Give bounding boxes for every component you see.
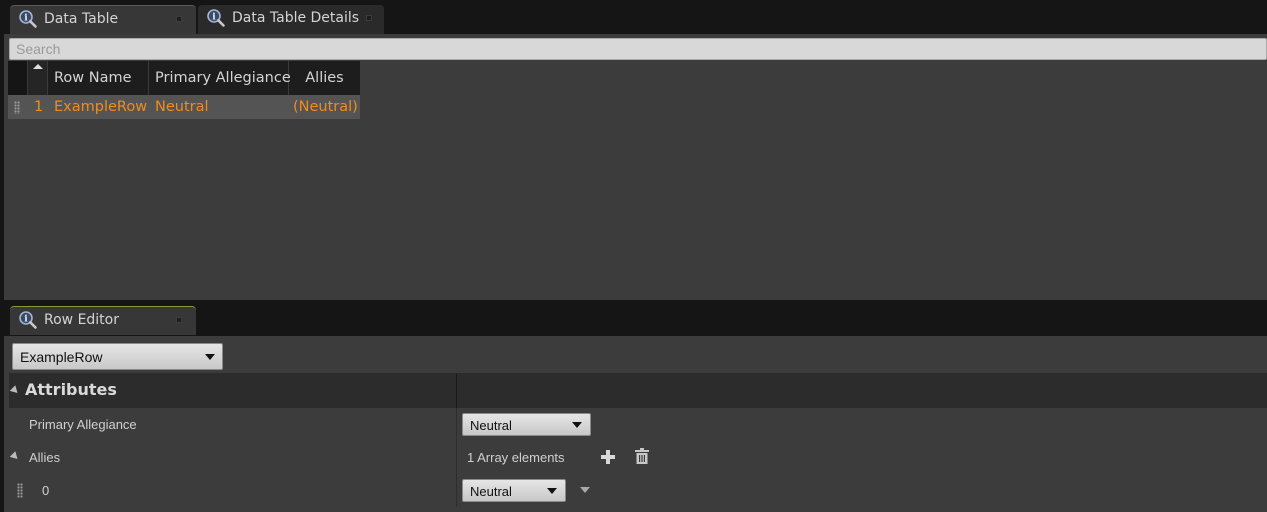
chevron-down-icon bbox=[205, 354, 215, 360]
info-magnifier-icon: i bbox=[18, 9, 38, 29]
attributes-category-header[interactable]: Attributes bbox=[9, 373, 1267, 408]
index-column-header[interactable] bbox=[28, 61, 48, 95]
info-magnifier-icon: i bbox=[206, 8, 226, 28]
tab-close-icon[interactable] bbox=[366, 15, 372, 21]
attributes-title: Attributes bbox=[25, 380, 117, 399]
collapse-arrow-icon[interactable] bbox=[9, 385, 21, 396]
column-divider bbox=[456, 441, 457, 474]
tab-data-table-details[interactable]: i Data Table Details bbox=[198, 5, 384, 34]
property-row-allies: Allies 1 Array elements bbox=[9, 441, 1267, 474]
column-divider bbox=[456, 474, 457, 507]
property-row-primary-allegiance: Primary Allegiance Neutral bbox=[9, 408, 1267, 441]
search-box[interactable] bbox=[9, 38, 1267, 60]
column-header-primary-allegiance[interactable]: Primary Allegiance bbox=[149, 61, 291, 95]
svg-text:i: i bbox=[24, 315, 28, 325]
array-element-row: 0 Neutral bbox=[9, 474, 1267, 507]
drag-handle-icon[interactable] bbox=[17, 483, 23, 498]
tab-row-editor[interactable]: i Row Editor bbox=[10, 306, 196, 335]
collapse-arrow-icon[interactable] bbox=[9, 451, 21, 462]
row-selector-dropdown[interactable]: ExampleRow bbox=[12, 343, 223, 370]
column-header-allies[interactable]: Allies bbox=[289, 61, 360, 95]
primary-allegiance-label: Primary Allegiance bbox=[29, 417, 137, 432]
tab-close-icon[interactable] bbox=[176, 16, 182, 22]
svg-text:i: i bbox=[24, 14, 28, 24]
array-count-text: 1 Array elements bbox=[467, 450, 565, 465]
array-element-index: 0 bbox=[42, 483, 50, 498]
column-divider bbox=[456, 408, 457, 441]
grip-column-header bbox=[8, 61, 28, 95]
bottom-tab-strip: i Row Editor bbox=[0, 300, 1267, 336]
row-editor-panel: ExampleRow Attributes Primary Allegiance… bbox=[4, 336, 1267, 512]
chevron-down-icon bbox=[572, 422, 582, 428]
tab-label: Data Table Details bbox=[232, 10, 360, 26]
primary-allegiance-cell: Neutral bbox=[155, 99, 209, 115]
drag-handle-icon[interactable] bbox=[14, 101, 20, 114]
plus-icon[interactable] bbox=[601, 449, 615, 468]
tab-label: Data Table bbox=[44, 11, 119, 27]
tab-label: Row Editor bbox=[44, 312, 119, 328]
search-input[interactable] bbox=[10, 39, 1266, 59]
element-options-chevron-icon[interactable] bbox=[580, 487, 590, 493]
column-divider[interactable] bbox=[456, 373, 457, 408]
row-selector-value: ExampleRow bbox=[20, 349, 103, 365]
tab-data-table[interactable]: i Data Table bbox=[10, 5, 196, 34]
ally-element-value: Neutral bbox=[470, 484, 512, 499]
svg-text:i: i bbox=[212, 13, 216, 23]
allies-label: Allies bbox=[29, 450, 61, 465]
tab-close-icon[interactable] bbox=[176, 317, 182, 323]
info-magnifier-icon: i bbox=[18, 310, 38, 330]
ally-element-dropdown[interactable]: Neutral bbox=[462, 479, 566, 502]
trash-icon[interactable] bbox=[635, 448, 649, 468]
data-table-panel: Row Name Primary Allegiance Allies 1 Exa… bbox=[4, 34, 1267, 300]
allies-cell: (Neutral) bbox=[293, 99, 358, 115]
row-name-cell: ExampleRow bbox=[54, 99, 148, 115]
chevron-down-icon bbox=[547, 488, 557, 494]
primary-allegiance-dropdown[interactable]: Neutral bbox=[462, 413, 591, 436]
top-tab-strip: i Data Table i Data Table Details bbox=[0, 0, 1267, 34]
row-index: 1 bbox=[34, 99, 44, 115]
primary-allegiance-value: Neutral bbox=[470, 418, 512, 433]
column-header-row-name[interactable]: Row Name bbox=[48, 61, 149, 95]
grid-header: Row Name Primary Allegiance Allies bbox=[8, 61, 360, 95]
table-row[interactable]: 1 ExampleRow Neutral (Neutral) bbox=[8, 95, 360, 119]
sort-ascending-icon bbox=[33, 64, 43, 69]
